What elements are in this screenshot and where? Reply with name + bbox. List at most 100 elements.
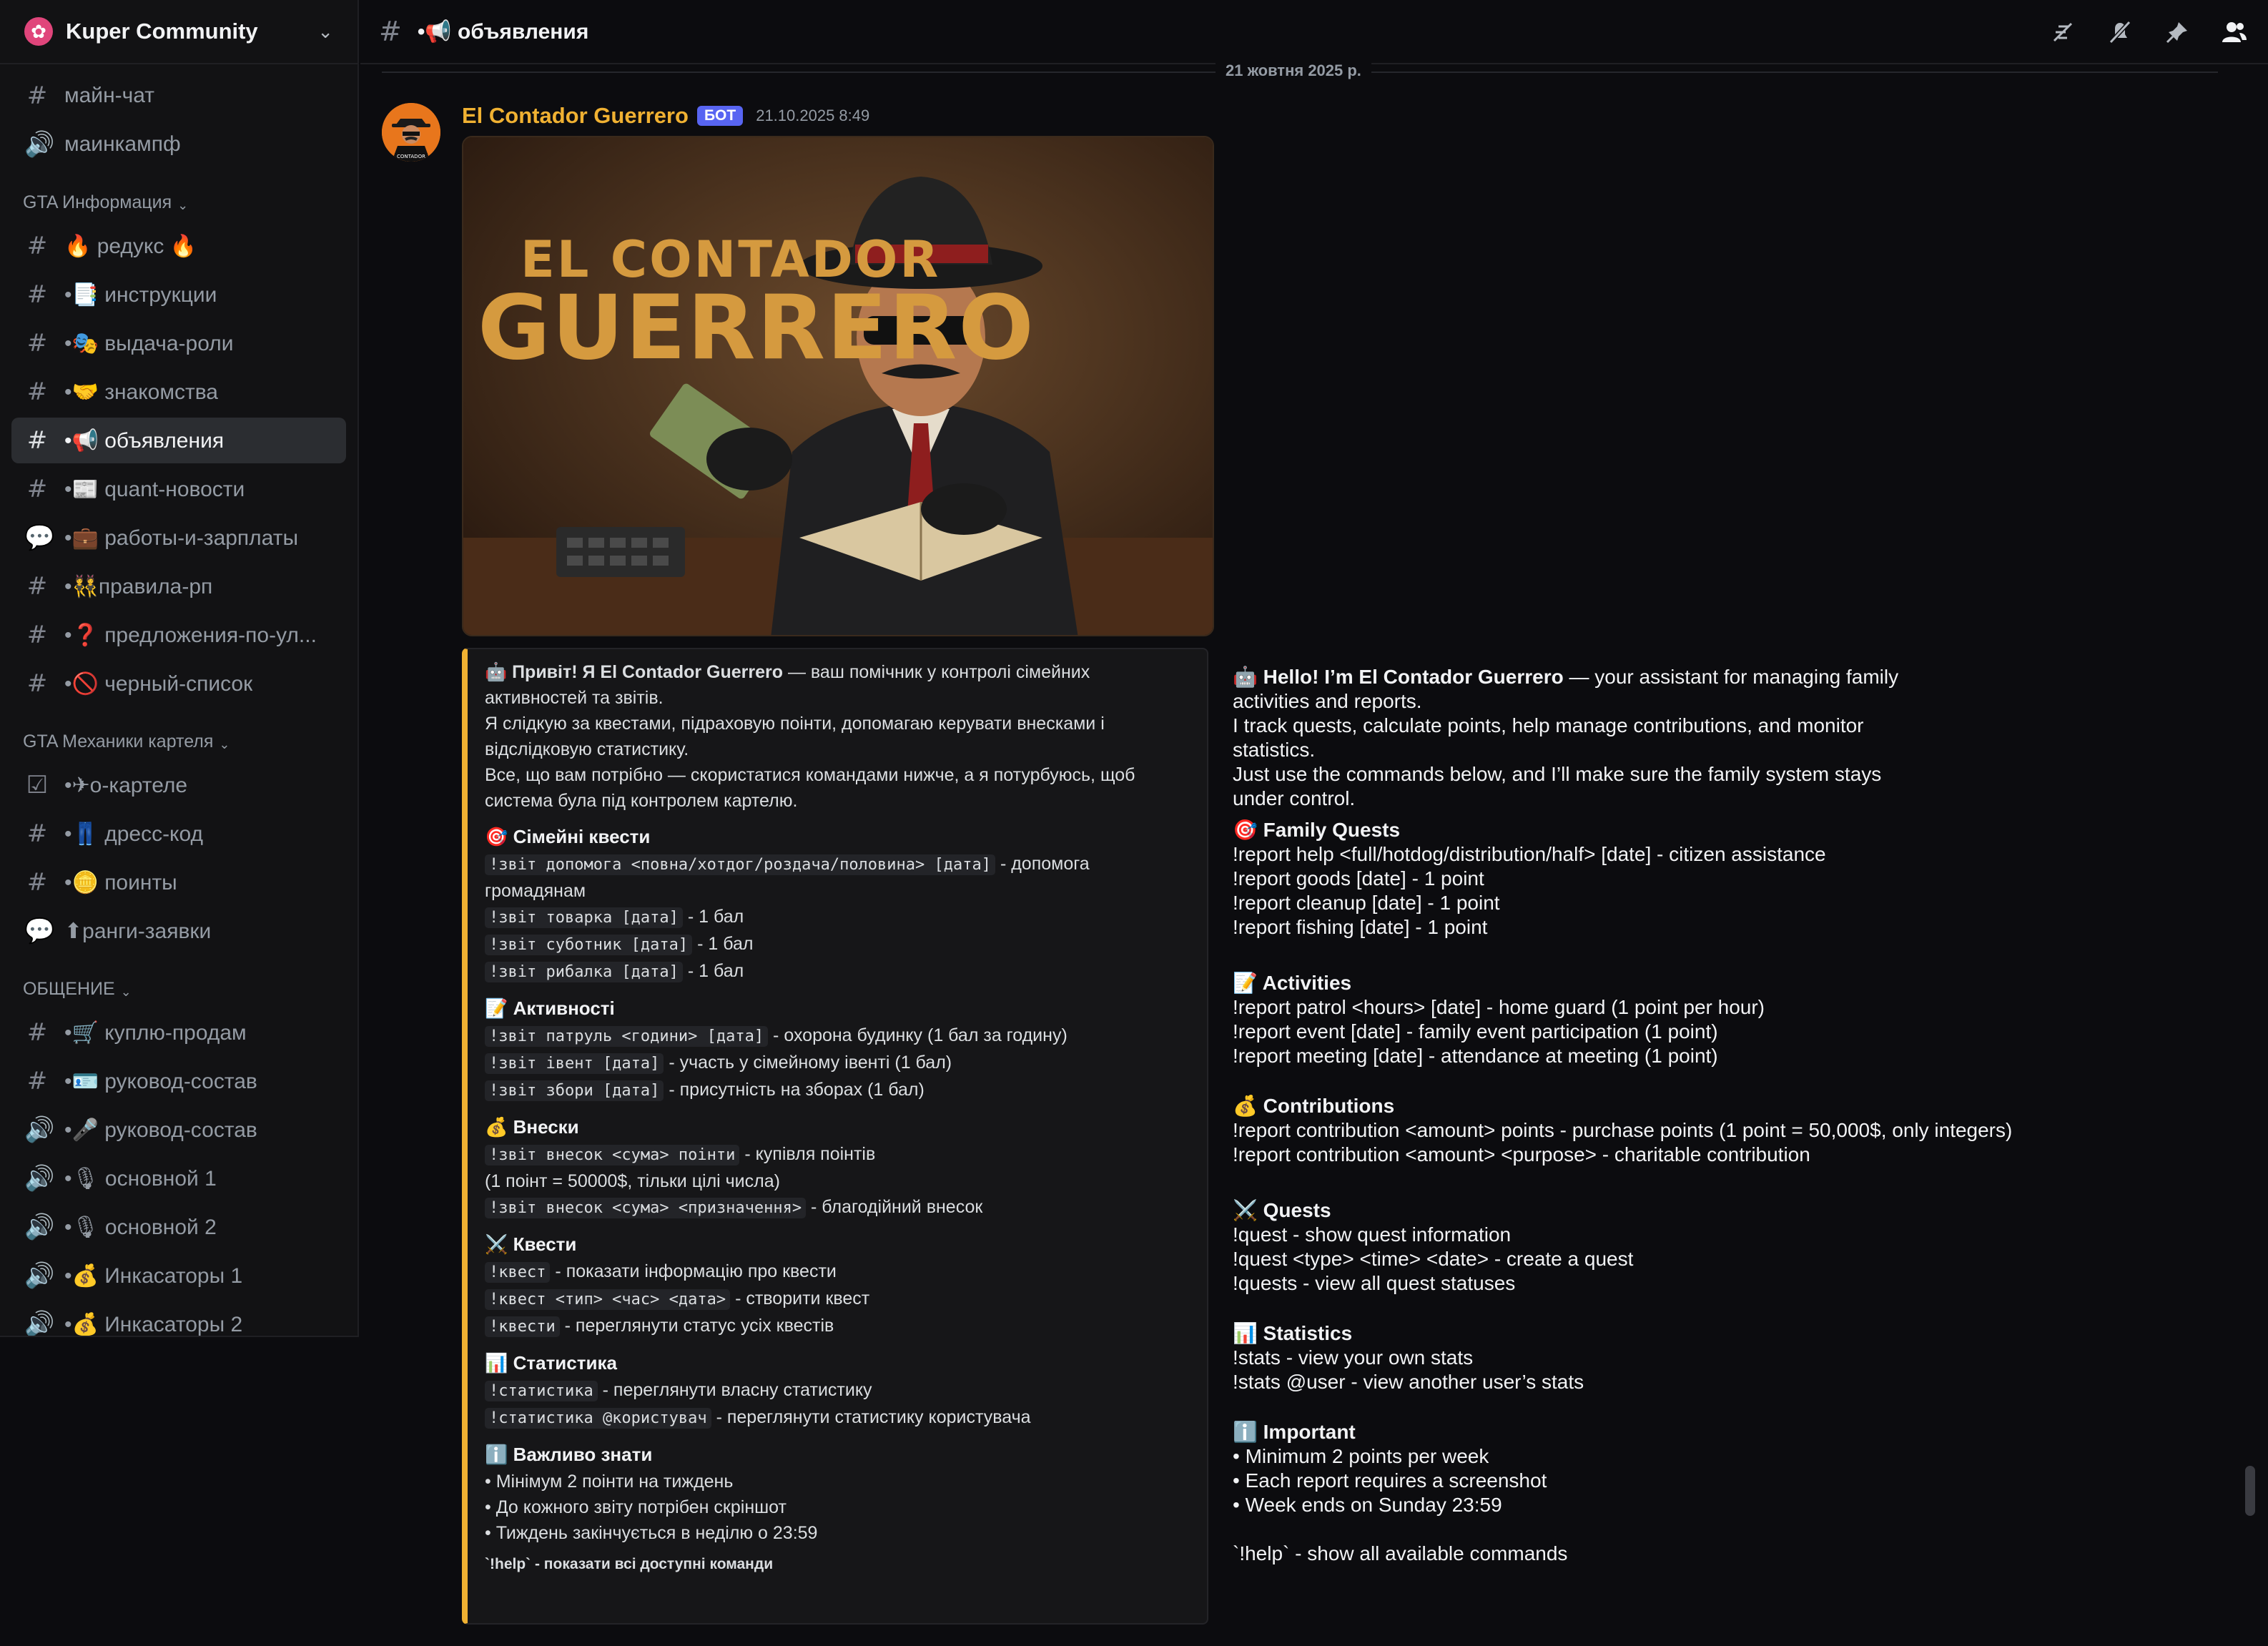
tr-line: !report patrol <hours> [date] - home gua…: [1233, 996, 1765, 1018]
sidebar-channel[interactable]: # •📢 объявления: [11, 418, 346, 463]
command-desc: - участь у сімейному івенті (1 бал): [664, 1053, 952, 1073]
sidebar-channel[interactable]: 🔊 •🎙 основной 2: [11, 1204, 346, 1250]
sidebar-channel[interactable]: # •👖 дресс-код: [11, 811, 346, 857]
command-code: !квест: [485, 1262, 551, 1283]
command-code: !статистика @користувач: [485, 1408, 711, 1429]
tr-intro-4: statistics.: [1233, 739, 1316, 761]
speaker-icon: 🔊: [24, 1310, 55, 1337]
embed-cmd-line: !статистика @користувач - переглянути ст…: [485, 1404, 1185, 1431]
channel-label: •🎭 выдача-роли: [64, 331, 234, 355]
sidebar-channel[interactable]: 💬 •💼 работы-и-зарплаты: [11, 515, 346, 561]
channel-label: •📢 объявления: [64, 428, 225, 453]
sidebar-channel[interactable]: # •❓ предложения-по-ул...: [11, 612, 346, 658]
hash-icon: #: [379, 16, 402, 47]
tr-intro-1: 🤖 Hello! I’m El Contador Guerrero — your…: [1233, 665, 2248, 689]
command-desc: - охорона будинку (1 бал за годину): [768, 1025, 1068, 1045]
channel-header: # •📢 объявления: [360, 0, 2268, 64]
message-timestamp[interactable]: 21.10.2025 8:49: [756, 107, 869, 125]
threads-icon[interactable]: [2046, 16, 2079, 49]
category-name: ОБЩЕНИЕ: [23, 979, 115, 999]
tr-intro-5: Just use the commands below, and I’ll ma…: [1233, 763, 1882, 785]
command-desc: - переглянути власну статистику: [597, 1380, 872, 1400]
sidebar-channel[interactable]: 🔊 •🎙 основной 1: [11, 1155, 346, 1201]
sidebar-channel[interactable]: # •🤝 знакомства: [11, 369, 346, 415]
author-name[interactable]: El Contador Guerrero: [462, 103, 689, 129]
embed-important-2: • До кожного звіту потрібен скріншот: [485, 1497, 787, 1517]
sidebar-channel[interactable]: # 🔥 редукс 🔥: [11, 223, 346, 269]
channel-label: •🎙 основной 1: [64, 1166, 217, 1191]
sidebar-channel[interactable]: 🔊 •💰 Инкасаторы 2: [11, 1301, 346, 1337]
sidebar-channel[interactable]: 🔊 •🎤 руковод-состав: [11, 1107, 346, 1153]
chevron-down-icon[interactable]: ⌄: [317, 21, 333, 43]
channel-label: •👯правила-рп: [64, 574, 213, 598]
tr-section-stats: 📊 Statistics: [1233, 1322, 1353, 1344]
sidebar-channel[interactable]: 🔊 •💰 Инкасаторы 1: [11, 1253, 346, 1298]
embed-cmd-line-cont: (1 поінт = 50000$, тільки цілі числа): [485, 1171, 780, 1191]
tr-line: !report event [date] - family event part…: [1233, 1020, 1718, 1043]
sidebar-channel[interactable]: # •📰 quant-новости: [11, 466, 346, 512]
tr-line: !quest - show quest information: [1233, 1223, 1512, 1246]
channel-category[interactable]: GTA Информация ⌄: [11, 177, 346, 220]
command-code: !звіт збори [дата]: [485, 1080, 664, 1101]
tr-line: • Week ends on Sunday 23:59: [1233, 1494, 1502, 1516]
command-desc: - переглянути статистику користувача: [711, 1407, 1031, 1427]
channel-label: •💰 Инкасаторы 2: [64, 1312, 243, 1336]
channel-title: •📢 объявления: [417, 19, 589, 44]
embed-cmd-line: !звіт збори [дата] - присутність на збор…: [485, 1077, 1185, 1104]
hash-icon: #: [26, 280, 48, 309]
message-image[interactable]: EL CONTADOR GUERRERO: [462, 136, 1214, 636]
channel-label: •👖 дресс-код: [64, 822, 204, 846]
embed-intro-1: 🤖 Привіт! Я El Contador Guerrero — ваш п…: [485, 659, 1185, 685]
embed-cmd-line: !звіт патруль <години> [дата] - охорона …: [485, 1022, 1185, 1050]
tr-section-activities: 📝 Activities: [1233, 972, 1352, 994]
message-translation: 🤖 Hello! I’m El Contador Guerrero — your…: [1233, 665, 2248, 1566]
channel-label: •🪪 руковод-состав: [64, 1069, 257, 1093]
category-name: GTA Информация: [23, 192, 172, 212]
sidebar-channel[interactable]: ☑ •✈о-картеле: [11, 762, 346, 808]
embed-cmd-line: !звіт внесок <сума> <призначення> - благ…: [485, 1194, 1185, 1221]
tr-line: !report contribution <amount> <purpose> …: [1233, 1143, 1810, 1165]
embed-cmd-line: !звіт товарка [дата] - 1 бал: [485, 904, 1185, 931]
channel-category[interactable]: GTA Механики картеля ⌄: [11, 716, 346, 759]
tr-line: !report contribution <amount> points - p…: [1233, 1119, 2013, 1141]
tr-intro-6: under control.: [1233, 787, 1356, 809]
sidebar-channel[interactable]: # майн-чат: [11, 73, 346, 119]
sidebar-channel[interactable]: # •🪪 руковод-состав: [11, 1058, 346, 1104]
speaker-icon: 🔊: [24, 1261, 55, 1290]
server-header[interactable]: ✿ Kuper Community ⌄: [0, 0, 358, 64]
mute-bell-icon[interactable]: [2104, 16, 2136, 49]
sidebar-channel[interactable]: # •🪙 поинты: [11, 859, 346, 905]
hash-icon: #: [26, 82, 48, 110]
sidebar-channel[interactable]: 🔊 маинкампф: [11, 122, 346, 167]
channel-label: •🚫 черный-список: [64, 671, 253, 696]
tr-section-contributions: 💰 Contributions: [1233, 1095, 1395, 1117]
embed-intro-bold: 🤖 Привіт! Я El Contador Guerrero: [485, 662, 784, 682]
command-desc: - переглянути статус усіх квестів: [559, 1316, 834, 1336]
embed-cmd-line: !квест <тип> <час> <дата> - створити кве…: [485, 1286, 1185, 1313]
pin-icon[interactable]: [2161, 16, 2194, 49]
embed-cmd-line: !квести - переглянути статус усіх квесті…: [485, 1313, 1185, 1340]
sidebar-channel[interactable]: # •🎭 выдача-роли: [11, 320, 346, 366]
hash-icon: #: [26, 378, 48, 406]
channel-category[interactable]: ОБЩЕНИЕ ⌄: [11, 964, 346, 1007]
channel-label: •💼 работы-и-зарплаты: [64, 526, 299, 550]
command-desc: - благодійний внесок: [806, 1197, 983, 1217]
chevron-down-icon: ⌄: [120, 985, 132, 999]
tr-line: • Minimum 2 points per week: [1233, 1445, 1489, 1467]
members-icon[interactable]: [2218, 16, 2251, 49]
scrollbar-thumb[interactable]: [2245, 1466, 2255, 1516]
hash-icon: #: [26, 475, 48, 503]
channel-sidebar: ✿ Kuper Community ⌄ # майн-чат 🔊 маинкампф G…: [0, 0, 359, 1337]
sidebar-channel[interactable]: # •🚫 черный-список: [11, 661, 346, 706]
hash-icon: #: [26, 572, 48, 601]
speaker-icon: 🔊: [24, 1213, 55, 1241]
image-caption-line2: GUERRERO: [478, 277, 1035, 380]
embed-intro-rest: — ваш помічник у контролі сімейних: [783, 662, 1090, 682]
avatar[interactable]: CONTADOR: [382, 103, 440, 162]
sidebar-channel[interactable]: 💬 ⬆ранги-заявки: [11, 908, 346, 954]
channel-label: •✈о-картеле: [64, 773, 188, 797]
sidebar-channel[interactable]: # •👯правила-рп: [11, 563, 346, 609]
embed-section-contributions: 💰 Внески: [485, 1116, 579, 1138]
sidebar-channel[interactable]: # •📑 инструкции: [11, 272, 346, 317]
sidebar-channel[interactable]: # •🛒 куплю-продам: [11, 1010, 346, 1055]
